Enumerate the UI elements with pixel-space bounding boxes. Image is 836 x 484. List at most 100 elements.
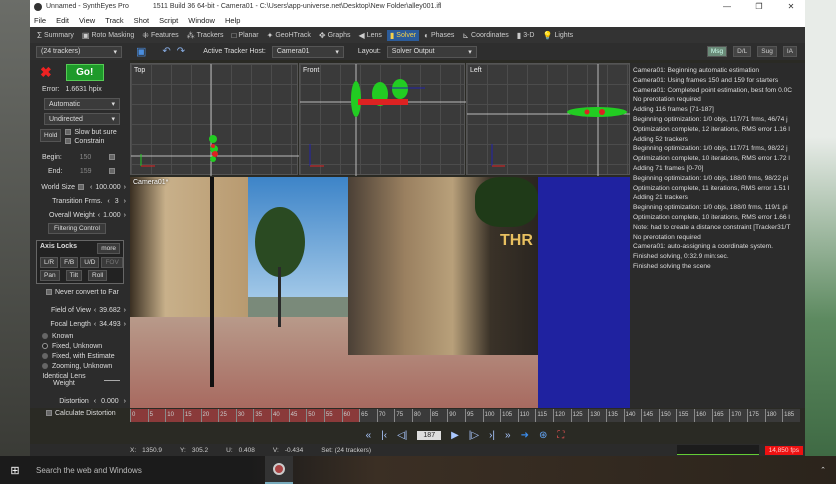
ia-button[interactable]: IA [782, 46, 797, 57]
distortion-field[interactable]: 0.000 [101, 398, 119, 405]
solver-lock-icon[interactable]: ⊛ [539, 430, 547, 441]
solver-mode-dropdown[interactable]: Automatic ▾ [44, 98, 120, 110]
go-button[interactable]: Go! [65, 64, 104, 81]
windows-start-icon[interactable]: ⊞ [0, 464, 30, 477]
fov-field[interactable]: 39.682 [99, 307, 120, 314]
lock-roll-button[interactable]: Roll [88, 270, 108, 281]
tab-lights[interactable]: 💡 Lights [539, 30, 576, 41]
menu-edit[interactable]: Edit [56, 16, 69, 25]
world-size-field[interactable]: 100.000 [95, 184, 120, 191]
menu-script[interactable]: Script [159, 16, 178, 25]
undo-icon[interactable]: ↶ [162, 46, 170, 57]
active-host-dropdown[interactable]: Camera01 ▾ [271, 45, 344, 58]
menu-window[interactable]: Window [188, 16, 215, 25]
world-size-label: World Size [41, 183, 75, 191]
clear-icon[interactable]: ✖ [40, 64, 52, 81]
next-frame-button[interactable]: |▷ [469, 430, 479, 441]
direction-dropdown[interactable]: Undirected ▾ [44, 113, 120, 125]
more-button[interactable]: more [97, 243, 120, 254]
v-value: -0.434 [284, 446, 304, 454]
tab-label: Lens [366, 31, 382, 39]
end-field[interactable]: 159 [80, 168, 92, 175]
u-label: U: [226, 446, 233, 454]
never-convert-checkbox[interactable]: Never convert to Far [46, 289, 126, 296]
frame-field[interactable]: 187 [417, 430, 442, 440]
tab-coordinates[interactable]: ⊾ Coordinates [459, 30, 511, 41]
slow-but-sure-checkbox[interactable]: Slow but sure [65, 129, 117, 136]
top-viewport[interactable]: Top [130, 63, 299, 176]
tab-phases[interactable]: ◐ Phases [421, 30, 457, 41]
fast-forward-button[interactable]: » [505, 430, 511, 441]
taskbar-search[interactable]: Search the web and Windows [30, 466, 265, 475]
play-button[interactable]: ▶ [451, 430, 459, 441]
taskbar-app-icon[interactable] [265, 456, 293, 484]
axis-locks-group: Axis Locks more L/R F/B U/D FOV Pan Tilt Roll [36, 240, 124, 284]
menu-file[interactable]: File [34, 16, 46, 25]
lock-fb-button[interactable]: F/B [60, 257, 79, 268]
tracker-set-dropdown[interactable]: (24 trackers) ▾ [36, 45, 122, 58]
sign-text: THR [500, 232, 533, 249]
dl-button[interactable]: D/L [733, 46, 752, 57]
last-frame-button[interactable]: ›| [489, 430, 495, 441]
lock-tilt-button[interactable]: Tilt [65, 270, 83, 281]
chevron-up-icon[interactable]: ⌃ [820, 466, 826, 474]
sug-button[interactable]: Sug [757, 46, 777, 57]
lens-mode-radio[interactable]: Known [42, 333, 126, 340]
calculate-distortion-checkbox[interactable]: Calculate Distortion [46, 410, 126, 417]
overall-weight-field[interactable]: 1.000 [103, 212, 121, 219]
minimize-button[interactable]: — [713, 2, 741, 11]
transition-field[interactable]: 3 [115, 198, 119, 205]
menu-help[interactable]: Help [225, 16, 240, 25]
lock-pan-button[interactable]: Pan [40, 270, 60, 281]
menu-shot[interactable]: Shot [134, 16, 149, 25]
tab-roto-masking[interactable]: ▣ Roto Masking [79, 30, 137, 41]
menu-track[interactable]: Track [105, 16, 123, 25]
tab-graphs[interactable]: ✥ Graphs [316, 30, 354, 41]
lens-mode-radio[interactable]: Fixed, with Estimate [42, 353, 126, 360]
timeline-scrubber[interactable]: 0 5 10 15 20 25 30 35 40 45 50 55 60 65 70 75 80 85 90 95 10… [130, 409, 800, 422]
msg-button[interactable]: Msg [706, 46, 728, 57]
lens-mode-radio[interactable]: Fixed, Unknown [42, 343, 126, 350]
save-icon[interactable]: ▣ [136, 45, 146, 58]
lock-lr-button[interactable]: L/R [40, 257, 59, 268]
world-size-checkbox[interactable] [78, 184, 84, 190]
lens-weight-slider[interactable] [104, 379, 120, 381]
log-line: Beginning optimization: 1/0 objs, 188/0 … [633, 204, 788, 212]
close-button[interactable]: ✕ [777, 2, 805, 11]
menu-view[interactable]: View [79, 16, 95, 25]
tab-solver[interactable]: ▮ Solver [386, 29, 420, 41]
tab-summary[interactable]: Σ Summary [34, 30, 77, 41]
begin-checkbox[interactable] [108, 154, 115, 160]
tab-trackers[interactable]: ⁂ Trackers [184, 30, 227, 41]
tab-lens[interactable]: ◀ Lens [356, 30, 385, 41]
hold-button[interactable]: Hold [40, 129, 62, 142]
begin-field[interactable]: 150 [80, 154, 92, 161]
front-viewport[interactable]: Front [299, 63, 466, 176]
menu-bar: File Edit View Track Shot Script Window … [30, 13, 805, 27]
first-frame-button[interactable]: |‹ [381, 430, 387, 441]
lens-mode-radio[interactable]: Zooming, Unknown [42, 363, 126, 370]
filtering-control-button[interactable]: Filtering Control [48, 223, 106, 234]
tab-geohtrack[interactable]: ✦ GeoHTrack [264, 30, 314, 41]
redo-icon[interactable]: ↷ [177, 46, 185, 57]
arrow-right-icon[interactable]: ➜ [521, 430, 529, 441]
layout-dropdown[interactable]: Solver Output ▾ [386, 45, 477, 58]
previous-frame-button[interactable]: ◁| [397, 430, 407, 441]
tab-features[interactable]: ⁜ Features [139, 30, 181, 41]
lock-ud-button[interactable]: U/D [80, 257, 100, 268]
maximize-button[interactable]: ❐ [745, 2, 773, 11]
timeline-tick: 175 [746, 409, 765, 422]
log-line: Optimization complete, 12 iterations, RM… [633, 125, 790, 133]
layout-value: Solver Output [391, 48, 435, 55]
lock-fov-button[interactable]: FOV [101, 257, 123, 268]
end-checkbox[interactable] [109, 168, 115, 174]
focal-length-field[interactable]: 34.493 [99, 321, 120, 328]
expand-icon[interactable]: ⛶ [557, 430, 564, 441]
rewind-button[interactable]: « [366, 430, 372, 441]
left-viewport[interactable]: Left [466, 63, 631, 176]
camera-viewport[interactable]: THR Camera01* [130, 177, 630, 408]
tab-planar[interactable]: □ Planar [229, 30, 262, 41]
tab-3-d[interactable]: ▮ 3-D [514, 30, 538, 41]
timeline-tick: 160 [694, 409, 712, 422]
constrain-checkbox[interactable]: Constrain [65, 138, 116, 145]
